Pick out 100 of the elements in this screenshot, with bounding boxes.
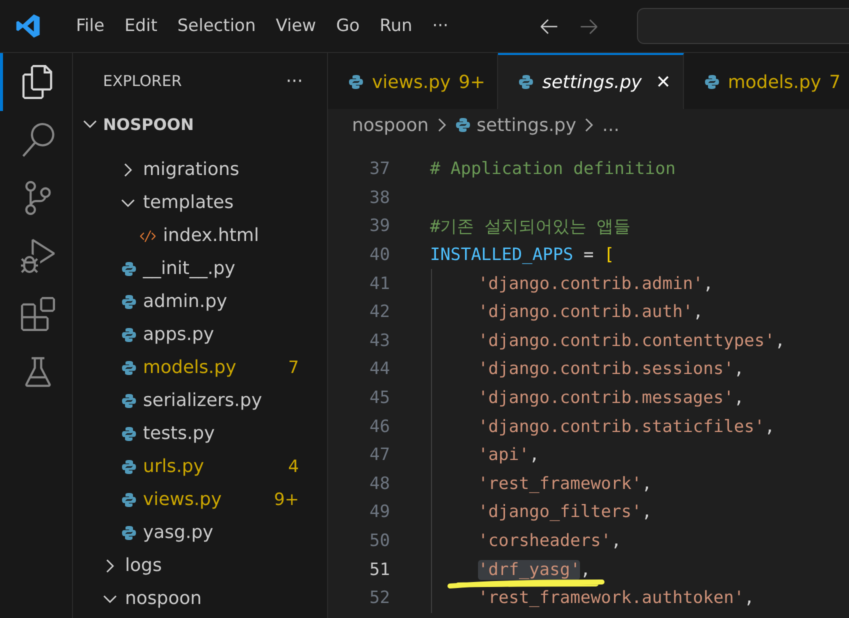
- tree-folder[interactable]: migrations: [73, 153, 327, 186]
- tree-entry[interactable]: index.html: [73, 219, 327, 252]
- menu-item[interactable]: Run: [370, 16, 422, 36]
- menu-item[interactable]: Selection: [167, 16, 266, 36]
- chevron-right-icon: [124, 162, 132, 176]
- line-number: 48: [368, 474, 390, 494]
- problem-count: 4: [288, 456, 299, 476]
- breadcrumb-item[interactable]: nospoon: [352, 114, 429, 136]
- tree-entry[interactable]: __init__.py: [73, 252, 327, 285]
- line-number: 49: [368, 502, 390, 522]
- python-icon: [121, 326, 137, 342]
- tree-entry[interactable]: apps.py: [73, 318, 327, 351]
- chevron-down-icon: [83, 120, 97, 128]
- folder-root[interactable]: NOSPOON: [73, 109, 327, 139]
- python-icon: [121, 492, 137, 508]
- sidebar-title: EXPLORER: [103, 72, 182, 90]
- breadcrumb-item[interactable]: ...: [602, 114, 620, 136]
- line-number: 41: [368, 274, 390, 294]
- python-icon: [348, 74, 364, 90]
- line-number: 39: [368, 216, 390, 236]
- line-number: 47: [368, 445, 390, 466]
- more-actions-button[interactable]: ···: [286, 70, 303, 92]
- line-number: 45: [368, 388, 390, 408]
- menu-item[interactable]: Go: [326, 16, 370, 36]
- tree-entry[interactable]: tests.py: [73, 417, 327, 450]
- python-icon: [518, 74, 534, 90]
- code-token: 'django.contrib.auth': [478, 302, 693, 322]
- code-token: 'django.contrib.sessions': [478, 359, 734, 380]
- python-icon: [121, 524, 137, 540]
- line-number: 52: [368, 588, 390, 608]
- close-icon[interactable]: ✕: [656, 72, 671, 92]
- code-token: ,: [611, 531, 622, 552]
- code-token: =: [582, 245, 595, 266]
- code-token: 'drf_yasg': [478, 560, 580, 580]
- code-token: 'api': [478, 445, 530, 466]
- menu-item[interactable]: File: [66, 16, 114, 36]
- code-token: ,: [734, 359, 744, 380]
- chevron-down-icon: [103, 594, 117, 602]
- search-field[interactable]: [637, 8, 849, 44]
- code-token: 'django.contrib.admin': [478, 274, 704, 294]
- code-token: ,: [774, 330, 786, 351]
- line-number: 43: [368, 330, 390, 351]
- line-number: 51: [368, 560, 390, 580]
- python-icon: [121, 458, 137, 474]
- code-token: [: [604, 245, 614, 266]
- chevron-right-icon: [585, 118, 594, 132]
- code-token: ,: [764, 416, 775, 437]
- line-number: 42: [368, 302, 390, 322]
- python-icon: [121, 392, 137, 408]
- code-token: 'rest_framework': [478, 474, 642, 494]
- code-token: ,: [744, 588, 754, 608]
- problem-count: 7: [288, 358, 299, 378]
- menu-item[interactable]: Edit: [114, 16, 168, 36]
- code-token: ,: [703, 274, 714, 294]
- code-token: 'corsheaders': [478, 531, 612, 552]
- problem-count: 9+: [274, 490, 299, 510]
- app-logo-icon: [14, 12, 42, 40]
- play-bug-icon: [20, 239, 54, 273]
- code-token: ,: [642, 502, 652, 522]
- line-number: 44: [368, 359, 390, 380]
- python-icon: [121, 294, 137, 310]
- code-token: ,: [580, 560, 591, 580]
- tree-folder[interactable]: nospoon: [73, 582, 327, 615]
- code-token: INSTALLED_APPS: [430, 245, 574, 266]
- chevron-right-icon: [438, 118, 446, 132]
- menu-item[interactable]: View: [266, 16, 326, 36]
- code-token: ,: [642, 474, 652, 494]
- line-number: 50: [368, 531, 390, 552]
- tree-entry[interactable]: urls.py 4: [73, 450, 327, 483]
- chevron-right-icon: [106, 558, 114, 572]
- line-number: 40: [368, 245, 390, 266]
- tree-entry[interactable]: models.py 7: [73, 351, 327, 384]
- python-icon: [121, 360, 137, 376]
- tree-entry[interactable]: serializers.py: [73, 384, 327, 417]
- code-token: #기존 설치되어있는 앱들: [430, 216, 631, 237]
- files-icon: [20, 65, 54, 99]
- tree-entry[interactable]: yasg.py: [73, 516, 327, 549]
- blocks-icon: [20, 297, 54, 331]
- code-token: ,: [692, 302, 704, 322]
- python-icon: [121, 260, 137, 276]
- breadcrumb-item[interactable]: settings.py: [454, 114, 576, 136]
- search-icon: [20, 123, 54, 157]
- tree-entry[interactable]: admin.py: [73, 285, 327, 318]
- python-icon: [454, 117, 471, 133]
- editor-tab[interactable]: settings.py ✕: [498, 53, 684, 109]
- line-number: 37: [368, 159, 390, 180]
- chevron-down-icon: [121, 198, 135, 206]
- tree-folder[interactable]: logs: [73, 549, 327, 582]
- code-token: 'django.contrib.messages': [478, 388, 734, 408]
- tree-folder[interactable]: templates: [73, 186, 327, 219]
- python-icon: [121, 426, 137, 442]
- code-token: 'rest_framework.authtoken': [478, 588, 744, 608]
- code-token: ,: [734, 388, 744, 408]
- python-icon: [704, 74, 720, 90]
- line-number: 38: [368, 188, 390, 208]
- tree-entry[interactable]: views.py 9+: [73, 483, 327, 516]
- code-token: ,: [529, 445, 540, 466]
- code-token: 'django.contrib.staticfiles': [478, 416, 765, 437]
- code-token: # Application definition: [430, 159, 676, 180]
- menu-item[interactable]: ···: [422, 16, 458, 36]
